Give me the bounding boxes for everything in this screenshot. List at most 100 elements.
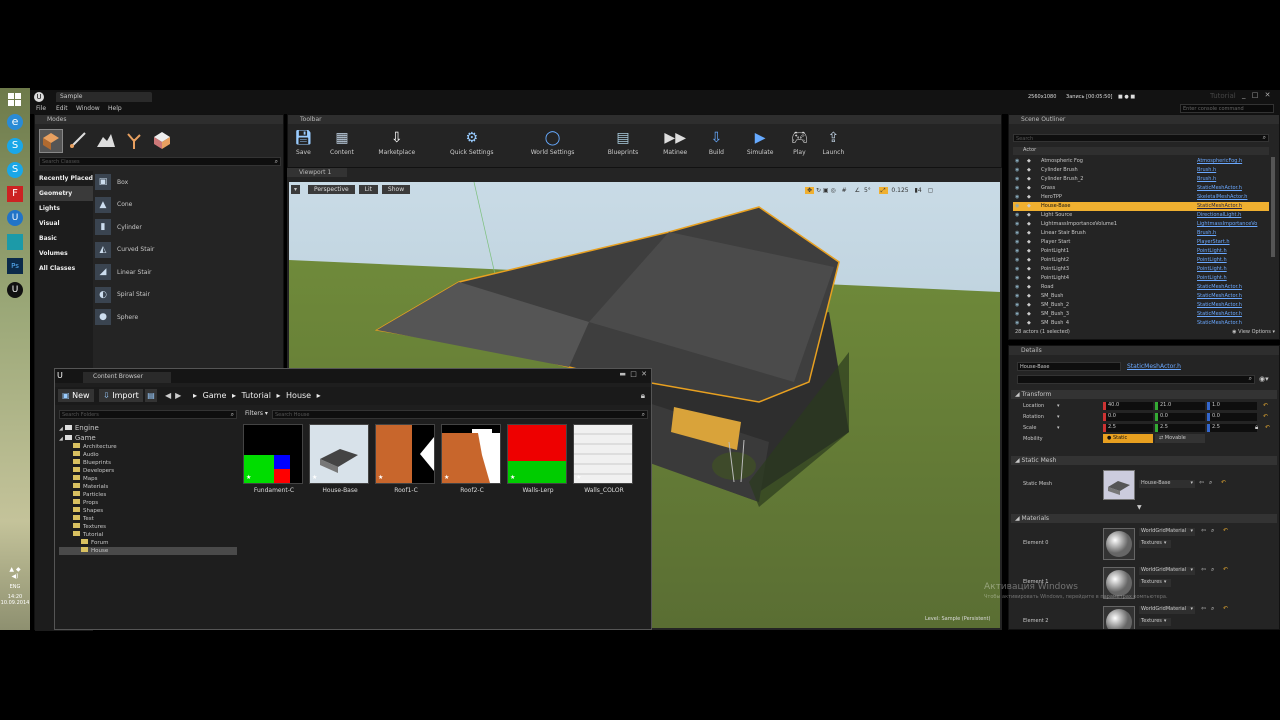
details-eye-icon[interactable]: ◉▾ [1259,375,1269,383]
actor-type-link[interactable]: PointLight.h [1197,274,1227,283]
outliner-row[interactable]: ◉ ◆ LightmassImportanceVolume1 LightmassImp… [1013,220,1269,229]
actor-type-link[interactable]: PointLight.h [1197,265,1227,274]
geometry-mode-icon[interactable] [151,129,175,153]
actor-type-link[interactable]: DirectionalLight.h [1197,211,1241,220]
material-browse-icon[interactable]: ⌕ [1211,605,1214,613]
scale-y[interactable]: 2.5 [1155,424,1205,432]
material-reset-icon[interactable]: ↶ [1223,527,1228,534]
visibility-eye-icon[interactable]: ◉ [1015,175,1019,184]
class-item-linear-stair[interactable]: ◢ Linear Stair [95,261,281,284]
world-icon[interactable]: ◎ [831,187,836,194]
visibility-eye-icon[interactable]: ◉ [1015,193,1019,202]
folder-shapes[interactable]: Shapes [59,507,237,515]
path-game[interactable]: Game [203,391,227,400]
class-item-sphere[interactable]: ● Sphere [95,306,281,329]
build-button[interactable]: ⇩ Build [700,127,732,165]
skype-icon-2[interactable]: S [7,162,23,178]
actor-type-link[interactable]: AtmosphericFog.h [1197,157,1242,166]
actor-type-link[interactable]: PlayerStart.h [1197,238,1230,247]
launch-button[interactable]: ⇪ Launch [815,127,852,165]
folder-test[interactable]: Test [59,515,237,523]
static-mesh-header[interactable]: ◢ Static Mesh [1011,456,1277,465]
search-classes-input[interactable]: Search Classes ⌕ [39,157,281,166]
outliner-row[interactable]: ◉ ◆ Cylinder Brush_2 Brush.h [1013,175,1269,184]
grid-snap-icon[interactable]: # [842,187,847,194]
mobility-static-button[interactable]: ● Static [1103,434,1153,443]
windows-start-icon[interactable] [8,93,22,107]
place-mode-icon[interactable] [39,129,63,153]
asset-fundament-c[interactable]: ★ Fundament-C [243,424,305,500]
outliner-tab[interactable]: Scene Outliner [1009,115,1279,124]
actor-type-link[interactable]: StaticMeshActor.h [1197,301,1242,310]
modes-tab[interactable]: Modes [35,115,283,124]
class-item-cylinder[interactable]: ▮ Cylinder [95,216,281,239]
textures-dropdown[interactable]: Textures ▾ [1139,618,1171,626]
menu-file[interactable]: File [36,105,46,112]
material-dropdown[interactable]: WorldGridMaterial ▾ [1139,528,1195,536]
outliner-row[interactable]: ◉ ◆ Grass StaticMeshActor.h [1013,184,1269,193]
folder-forum[interactable]: Forum [59,539,237,547]
actor-type-link[interactable]: StaticMeshActor.h [1197,283,1242,292]
expand-icon[interactable]: ◢ [59,436,63,442]
actor-type-link[interactable]: Brush.h [1197,175,1216,184]
material-dropdown[interactable]: WorldGridMaterial ▾ [1139,606,1195,614]
quick-settings-button[interactable]: ⚙ Quick Settings [432,127,511,165]
minimize-icon[interactable]: _ [1242,91,1246,99]
material-sphere-thumbnail[interactable] [1103,528,1135,560]
actor-type-link[interactable]: StaticMeshActor.h [1197,310,1242,319]
rotation-x[interactable]: 0.0 [1103,413,1153,421]
material-use-icon[interactable]: ⇦ [1201,566,1206,573]
category-geometry[interactable]: Geometry [35,186,93,201]
paint-mode-icon[interactable] [67,129,91,153]
cb-close-icon[interactable]: ✕ [641,370,647,378]
simulate-button[interactable]: ▶ Simulate [736,127,784,165]
material-reset-icon[interactable]: ↶ [1223,566,1228,573]
skype-icon[interactable]: S [7,138,23,154]
visibility-eye-icon[interactable]: ◉ [1015,292,1019,301]
level-tab[interactable]: Sample [56,92,152,102]
actor-column[interactable]: Actor [1023,147,1036,153]
visibility-eye-icon[interactable]: ◉ [1015,166,1019,175]
static-mesh-dropdown[interactable]: House-Base ▾ [1139,480,1195,488]
outliner-row[interactable]: ◉ ◆ PointLight1 PointLight.h [1013,247,1269,256]
scale-lock-icon[interactable]: 🔒︎ [1255,424,1258,432]
outliner-search-input[interactable]: Search ⌕ [1013,134,1269,142]
static-mesh-browse-icon[interactable]: ⌕ [1209,479,1212,487]
material-sphere-thumbnail[interactable] [1103,606,1135,629]
menu-help[interactable]: Help [108,105,122,112]
maximize-icon[interactable]: □ [1252,91,1259,99]
visibility-eye-icon[interactable]: ◉ [1015,301,1019,310]
filezilla-icon[interactable]: F [7,186,23,202]
location-dropdown-icon[interactable]: ▾ [1057,403,1060,409]
lit-button[interactable]: Lit [358,185,378,194]
angle-snap-icon[interactable]: ∠ [855,187,860,194]
asset-roof2-c[interactable]: ★ Roof2-C [441,424,503,500]
visibility-eye-icon[interactable]: ◉ [1015,274,1019,283]
scale-icon[interactable]: ▣ [823,187,829,194]
outliner-row[interactable]: ◉ ◆ SM_Bush_2 StaticMeshActor.h [1013,301,1269,310]
rotation-y[interactable]: 0.0 [1155,413,1205,421]
cb-tab[interactable]: Content Browser [83,372,171,383]
outliner-row[interactable]: ◉ ◆ Linear Stair Brush Brush.h [1013,229,1269,238]
outliner-row[interactable]: ◉ ◆ PointLight2 PointLight.h [1013,256,1269,265]
category-lights[interactable]: Lights [35,201,93,216]
path-root-icon[interactable]: ▸ [193,391,197,400]
class-item-curved-stair[interactable]: ◭ Curved Stair [95,239,281,262]
visibility-eye-icon[interactable]: ◉ [1015,229,1019,238]
scale-reset-icon[interactable]: ↶ [1265,424,1270,431]
asset-house-base[interactable]: ★ House-Base [309,424,371,500]
actor-type-link[interactable]: PointLight.h [1197,256,1227,265]
asset-search-input[interactable]: Search House ⌕ [272,410,648,419]
actor-type-link[interactable]: StaticMeshActor.h [1197,292,1242,301]
actor-type-link[interactable]: StaticMeshActor.h [1197,202,1242,211]
scale-dropdown-icon[interactable]: ▾ [1057,425,1060,431]
outliner-row[interactable]: ◉ ◆ PointLight4 PointLight.h [1013,274,1269,283]
scale-x[interactable]: 2.5 [1103,424,1153,432]
mobility-movable-button[interactable]: ⇄ Movable [1155,434,1205,443]
folder-audio[interactable]: Audio [59,451,237,459]
location-x[interactable]: 40.0 [1103,402,1153,410]
perspective-button[interactable]: Perspective [307,185,355,194]
actor-type-link[interactable]: StaticMeshActor.h [1197,184,1242,193]
outliner-row[interactable]: ◉ ◆ SM_Bush_4 StaticMeshActor.h [1013,319,1269,325]
outliner-row[interactable]: ◉ ◆ Atmospheric Fog AtmosphericFog.h [1013,157,1269,166]
